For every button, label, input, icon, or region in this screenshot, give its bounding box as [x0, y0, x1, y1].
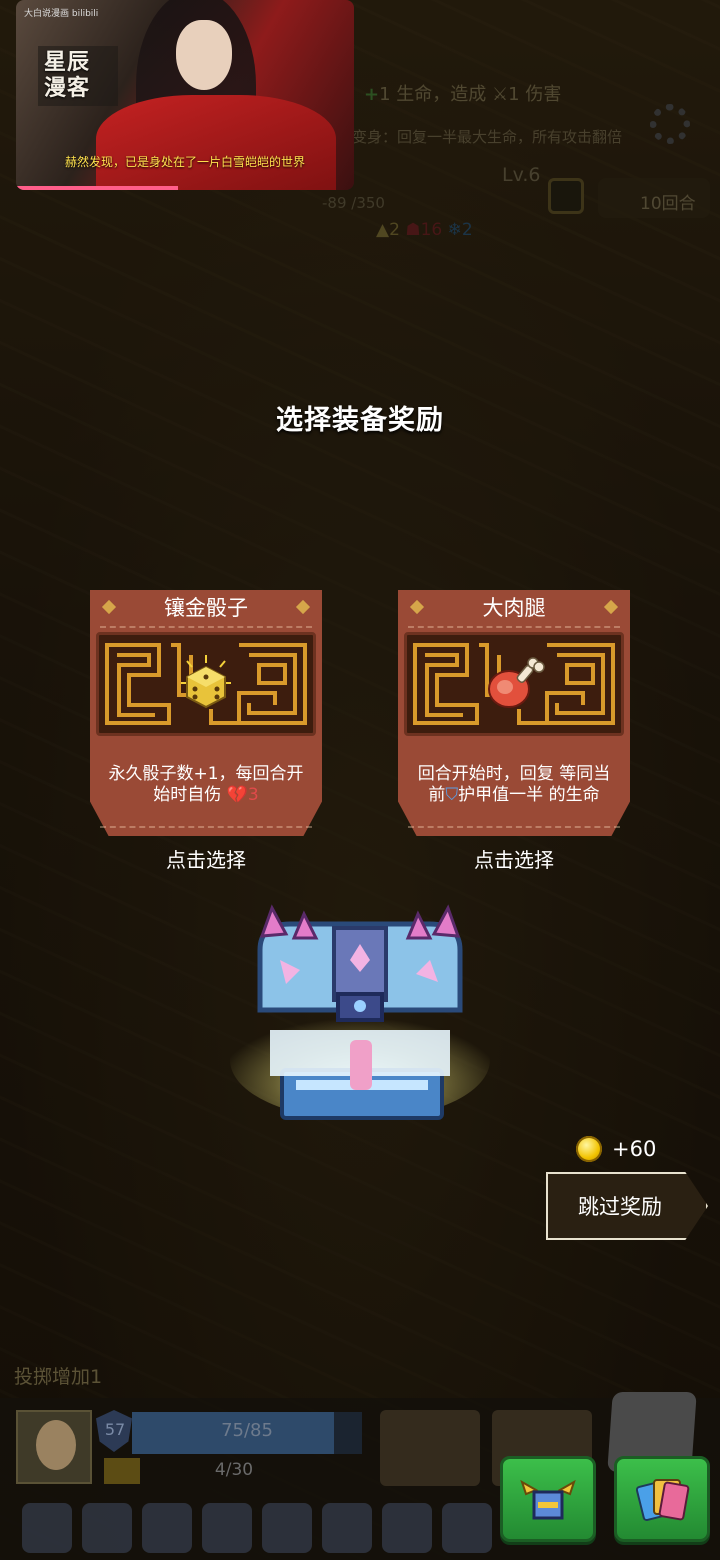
coin-amount: +60 [612, 1137, 657, 1161]
gold-dice-icon [181, 655, 231, 709]
select-button[interactable]: 点击选择 [90, 844, 322, 873]
select-button[interactable]: 点击选择 [398, 844, 630, 873]
equipment-slot[interactable] [322, 1503, 372, 1553]
card-name: 镶金骰子 [164, 596, 248, 620]
enemy-slot[interactable] [380, 1410, 480, 1486]
broken-heart-icon: 💔 [226, 785, 248, 805]
card-description: 回合开始时，回复 等同当前⛉护甲值一半 的生命 [417, 764, 611, 805]
bonus-text: 投掷增加1 [14, 1366, 103, 1388]
reward-card-gold-dice[interactable]: 镶金骰子 永久骰子数+1，每回合开始时自伤 💔3 点击选择 [90, 590, 322, 872]
reward-card-meat-leg[interactable]: 大肉腿 回合开始时，回复 等同当前⛉护甲值一半 的生命 点击选择 [398, 590, 630, 872]
coin-icon [576, 1136, 602, 1162]
skip-reward-button[interactable]: 跳过奖励 [546, 1172, 708, 1240]
meat-leg-icon [488, 657, 545, 708]
video-progress-bar [16, 186, 179, 190]
equipment-slot[interactable] [142, 1503, 192, 1553]
video-thumbnail[interactable]: 大白说漫画 bilibili 星辰 漫客 赫然发现，已是身处在了一片白雪皑皑的世… [16, 0, 354, 190]
card-divider [408, 826, 620, 828]
reward-title: 选择装备奖励 [276, 405, 444, 436]
armor-value: 57 [104, 1420, 126, 1439]
forge-button[interactable] [500, 1456, 596, 1542]
card-divider [408, 626, 620, 628]
character-robe [96, 95, 336, 190]
player-hp-bar: 75/85 [132, 1412, 362, 1454]
card-divider [100, 826, 312, 828]
winged-helmet-icon [520, 1479, 576, 1520]
card-description: 永久骰子数+1，每回合开始时自伤 💔3 [108, 764, 304, 805]
cards-icon [635, 1479, 690, 1522]
video-title: 星辰 漫客 [38, 46, 118, 106]
equipment-slot[interactable] [22, 1503, 72, 1553]
card-name: 大肉腿 [482, 596, 546, 620]
exp-text: 4/30 [214, 1460, 254, 1480]
video-caption: 赫然发现，已是身处在了一片白雪皑皑的世界 [64, 155, 305, 169]
skip-reward-label: 跳过奖励 [578, 1195, 662, 1219]
treasure-chest [230, 900, 490, 1140]
card-art [96, 632, 316, 736]
card-divider [100, 626, 312, 628]
hero-face [36, 1420, 76, 1470]
character-face [176, 20, 232, 90]
equipment-row [0, 1496, 720, 1560]
equipment-slot[interactable] [202, 1503, 252, 1553]
equipment-slot[interactable] [382, 1503, 432, 1553]
equipment-slot[interactable] [82, 1503, 132, 1553]
equipment-slot[interactable] [442, 1503, 492, 1553]
card-art [404, 632, 624, 736]
video-source-tag: 大白说漫画 bilibili [24, 9, 99, 19]
player-hp-text: 75/85 [221, 1420, 273, 1441]
equipment-slot[interactable] [262, 1503, 312, 1553]
hero-portrait[interactable] [16, 1410, 92, 1484]
coin-reward: +60 [576, 1136, 656, 1162]
shield-icon: ⛉ [445, 785, 459, 805]
cards-button[interactable] [614, 1456, 710, 1542]
